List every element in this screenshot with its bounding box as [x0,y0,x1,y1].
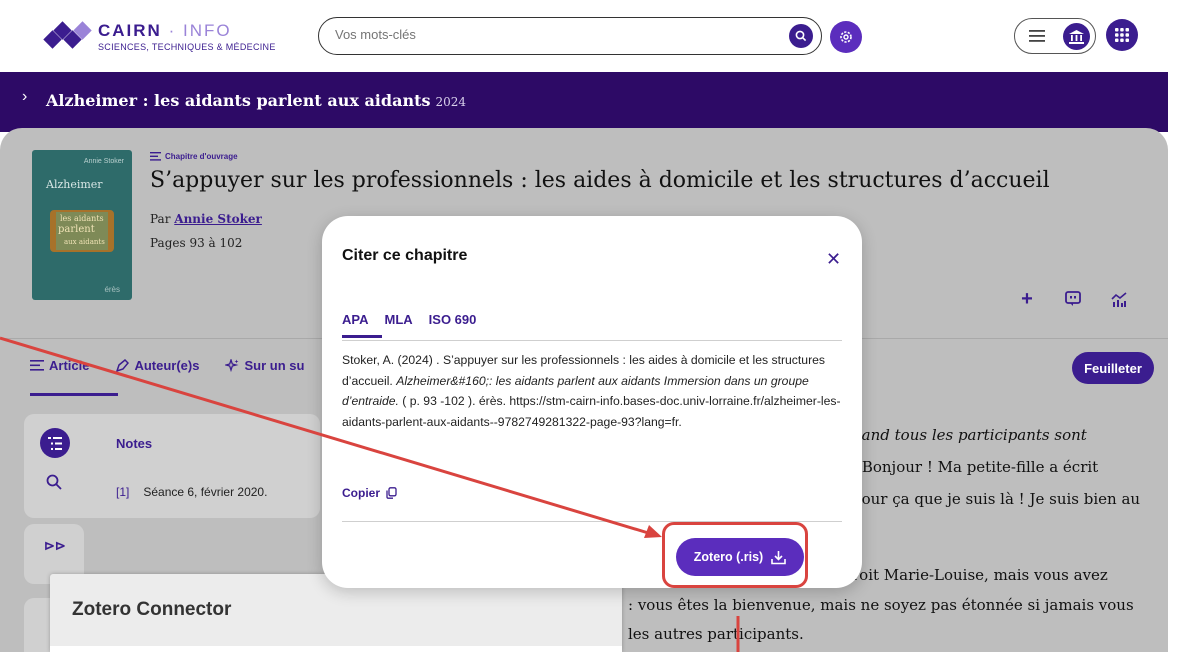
note-number[interactable]: [1] [116,485,129,499]
text-lines-icon [150,152,161,161]
close-icon[interactable]: ✕ [826,250,841,268]
toc-button[interactable] [40,428,70,458]
search-input[interactable] [335,27,755,42]
tab-mla[interactable]: MLA [384,312,412,327]
citation-text: Stoker, A. (2024) . S’appuyer sur les pr… [342,353,841,429]
dialog-title: Citer ce chapitre [342,247,468,264]
stats-icon[interactable] [1107,287,1131,311]
tab-apa[interactable]: APA [342,312,368,327]
tab-article[interactable]: Article [30,358,89,373]
add-icon[interactable]: + [1015,287,1039,311]
note-text: Séance 6, février 2020. [143,485,268,499]
double-chevron-icon[interactable]: ⊳⊳ [44,538,66,554]
tab-iso690[interactable]: ISO 690 [429,312,477,327]
top-bar: CAIRN · INFO SCIENCES, TECHNIQUES & MÉDE… [0,0,1168,72]
copy-button[interactable]: Copier [342,486,397,500]
cover-line: parlent [58,224,95,235]
tab-topic[interactable]: Sur un su [225,358,304,373]
zotero-popup-title: Zotero Connector [72,599,232,620]
search-icon[interactable] [46,474,62,490]
chevron-right-icon[interactable]: › [22,88,27,106]
zotero-popup-body [50,646,622,652]
active-format-indicator [342,335,382,338]
note-item: [1] Séance 6, février 2020. [116,485,267,499]
body-line: : vous êtes la bienvenue, mais ne soyez … [628,596,1134,614]
chapter-pages: Pages 93 à 102 [150,236,243,250]
book-year: 2024 [435,95,467,109]
cover-title: Alzheimer [46,178,103,191]
copy-icon [386,487,397,499]
cover-author: Annie Stoker [83,158,124,165]
author-link[interactable]: Annie Stoker [174,212,262,226]
chapter-title: S’appuyer sur les professionnels : les a… [150,168,1050,193]
document-type-label: Chapitre d'ouvrage [165,152,238,161]
body-line: - Bonjour ! Ma petite-fille a écrit [852,458,1099,476]
book-title[interactable]: Alzheimer : les aidants parlent aux aida… [46,91,466,110]
notes-heading: Notes [116,436,153,451]
chapter-actions: + [1015,287,1131,311]
search-bar [318,17,822,55]
logo-name: CAIRN · INFO [98,20,232,40]
body-line: pour ça que je suis là ! Je suis bien au [852,490,1141,508]
logo-subtitle: SCIENCES, TECHNIQUES & MÉDECINE [98,41,276,52]
feuilleter-button[interactable]: Feuilleter [1072,352,1154,384]
annotation-highlight-box [662,522,808,588]
body-line: roit Marie-Louise, mais vous avez [852,566,1108,584]
logo-mark-icon [43,20,92,52]
apps-button[interactable] [1106,19,1138,51]
cover-publisher: érès [104,285,120,294]
active-tab-indicator [30,393,118,396]
apps-grid-icon [1115,28,1129,42]
search-icon [795,30,807,42]
document-type: Chapitre d'ouvrage [150,152,238,161]
text-lines-icon [30,360,44,371]
notes-panel: Notes [1] Séance 6, février 2020. [24,414,320,518]
chapter-byline: Par Annie Stoker [150,212,262,226]
sparkle-icon [225,358,239,372]
pen-icon [116,358,130,372]
cover-line: aux aidants [64,238,105,246]
institution-icon [1069,29,1084,44]
table-of-contents-icon [48,436,62,450]
citation-format-tabs: APA MLA ISO 690 [342,312,476,327]
hamburger-menu-icon[interactable] [1029,29,1045,43]
article-tabs: Article Auteur(e)s Sur un su [30,358,304,373]
divider [342,340,842,341]
book-cover[interactable]: Annie Stoker Alzheimer les aidants parle… [32,150,132,300]
menu-pill [1014,18,1096,54]
advanced-search-button[interactable] [830,21,862,53]
search-button[interactable] [789,24,813,48]
tab-authors[interactable]: Auteur(e)s [115,358,199,373]
body-line: uand tous les participants sont [852,426,1087,444]
cover-line: les aidants [60,214,104,223]
comment-icon[interactable] [1061,287,1085,311]
body-line: les autres participants. [628,625,804,643]
book-title-band: › Alzheimer : les aidants parlent aux ai… [0,72,1168,132]
institution-button[interactable] [1063,23,1090,50]
cairn-logo[interactable]: CAIRN · INFO SCIENCES, TECHNIQUES & MÉDE… [43,18,276,54]
gear-icon [840,31,852,43]
